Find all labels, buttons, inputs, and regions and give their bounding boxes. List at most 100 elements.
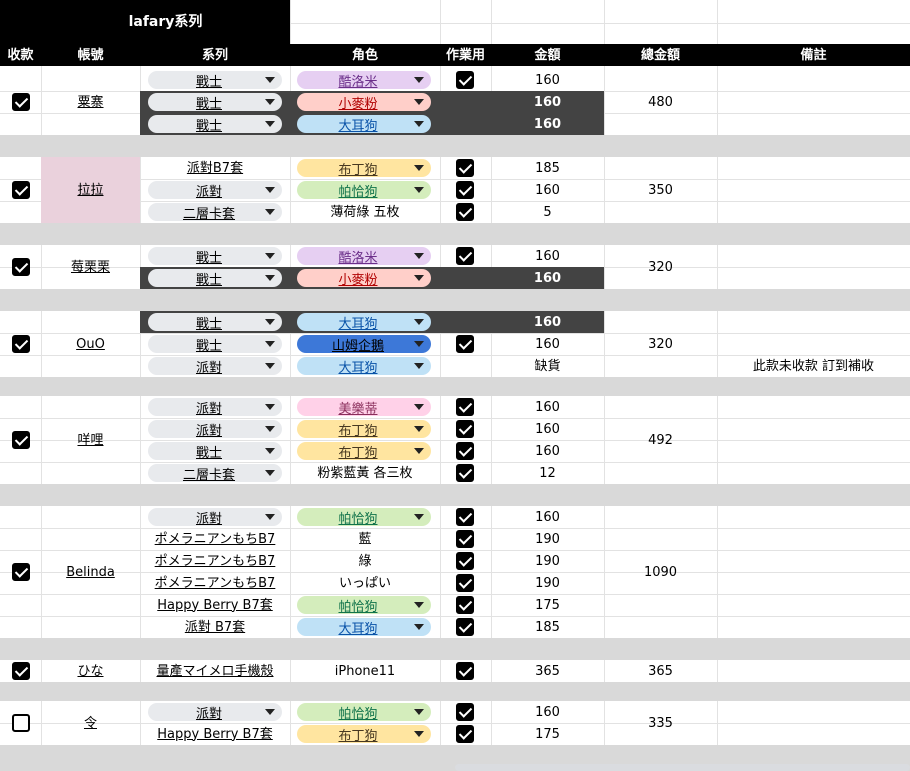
chevron-down-icon — [265, 99, 275, 105]
role-dropdown[interactable]: 小麥粉 — [297, 93, 431, 112]
horizontal-scrollbar[interactable] — [455, 764, 910, 771]
work-checkbox[interactable] — [456, 442, 474, 460]
chevron-down-icon — [414, 165, 424, 171]
role-dropdown[interactable]: 帕恰狗 — [297, 181, 431, 200]
series-dropdown[interactable]: 戰士 — [148, 247, 282, 266]
amount-value: 160 — [535, 182, 560, 198]
work-checkbox[interactable] — [456, 596, 474, 614]
role-label: 帕恰狗 — [338, 184, 378, 200]
group-separator — [0, 289, 910, 311]
chevron-down-icon — [414, 99, 424, 105]
chevron-down-icon — [414, 448, 424, 454]
series-dropdown[interactable]: 派對 — [148, 357, 282, 376]
amount-value: 160 — [533, 314, 562, 330]
series-dropdown[interactable]: 二層卡套 — [148, 203, 282, 222]
chevron-down-icon — [265, 187, 275, 193]
role-dropdown[interactable]: 帕恰狗 — [297, 596, 431, 615]
series-dropdown[interactable]: 派對 — [148, 703, 282, 722]
work-checkbox[interactable] — [456, 508, 474, 526]
chevron-down-icon — [265, 514, 275, 520]
paid-checkbox[interactable] — [12, 93, 30, 111]
role-dropdown[interactable]: 酷洛米 — [297, 247, 431, 266]
work-checkbox[interactable] — [456, 618, 474, 636]
series-label: 派對 — [195, 184, 222, 200]
chevron-down-icon — [414, 253, 424, 259]
role-dropdown[interactable]: 大耳狗 — [297, 313, 431, 332]
group-separator — [0, 638, 910, 660]
series-dropdown[interactable]: 派對 — [148, 420, 282, 439]
header-amount: 金額 — [534, 47, 561, 63]
role-dropdown[interactable]: 布丁狗 — [297, 159, 431, 178]
work-checkbox[interactable] — [456, 247, 474, 265]
work-checkbox[interactable] — [456, 662, 474, 680]
series-dropdown[interactable]: 派對 — [148, 181, 282, 200]
series-dropdown[interactable]: 戰士 — [148, 71, 282, 90]
role-label: iPhone11 — [334, 663, 396, 679]
work-checkbox[interactable] — [456, 725, 474, 743]
series-label: 二層卡套 — [182, 206, 235, 222]
role-dropdown[interactable]: 小麥粉 — [297, 269, 431, 288]
work-checkbox[interactable] — [456, 203, 474, 221]
role-label: いっぱい — [338, 575, 391, 591]
series-label: 戰士 — [195, 96, 222, 112]
work-checkbox[interactable] — [456, 398, 474, 416]
series-dropdown[interactable]: 戰士 — [148, 442, 282, 461]
role-dropdown[interactable]: 帕恰狗 — [297, 508, 431, 527]
account-name: 令 — [83, 715, 97, 731]
chevron-down-icon — [265, 709, 275, 715]
work-checkbox[interactable] — [456, 464, 474, 482]
series-dropdown[interactable]: 戰士 — [148, 313, 282, 332]
series-dropdown[interactable]: 派對 — [148, 508, 282, 527]
chevron-down-icon — [414, 709, 424, 715]
role-label: 酷洛米 — [338, 250, 378, 266]
role-dropdown[interactable]: 美樂蒂 — [297, 398, 431, 417]
group-separator — [0, 484, 910, 506]
series-dropdown[interactable]: 戰士 — [148, 115, 282, 134]
amount-value: 160 — [535, 248, 560, 264]
chevron-down-icon — [414, 514, 424, 520]
paid-checkbox[interactable] — [12, 181, 30, 199]
role-dropdown[interactable]: 布丁狗 — [297, 442, 431, 461]
role-dropdown[interactable]: 酷洛米 — [297, 71, 431, 90]
chevron-down-icon — [265, 275, 275, 281]
role-dropdown[interactable]: 山姆企鵝 — [297, 335, 431, 354]
role-label: 大耳狗 — [338, 621, 378, 637]
work-checkbox[interactable] — [456, 552, 474, 570]
role-dropdown[interactable]: 帕恰狗 — [297, 703, 431, 722]
role-dropdown[interactable]: 大耳狗 — [297, 115, 431, 134]
work-checkbox[interactable] — [456, 181, 474, 199]
group-total: 350 — [648, 182, 673, 198]
series-label: Happy Berry B7套 — [157, 726, 273, 742]
series-dropdown[interactable]: 戰士 — [148, 93, 282, 112]
chevron-down-icon — [414, 602, 424, 608]
work-checkbox[interactable] — [456, 703, 474, 721]
paid-checkbox[interactable] — [12, 563, 30, 581]
series-label: 派對 — [195, 401, 222, 417]
work-checkbox[interactable] — [456, 159, 474, 177]
header-role: 角色 — [351, 47, 378, 63]
work-checkbox[interactable] — [456, 530, 474, 548]
amount-value: 190 — [535, 531, 560, 547]
paid-checkbox[interactable] — [12, 714, 30, 732]
work-checkbox[interactable] — [456, 420, 474, 438]
series-dropdown[interactable]: 二層卡套 — [148, 464, 282, 483]
role-dropdown[interactable]: 布丁狗 — [297, 420, 431, 439]
paid-checkbox[interactable] — [12, 258, 30, 276]
amount-value: 缺貨 — [534, 358, 561, 374]
account-name: ひな — [77, 663, 104, 679]
paid-checkbox[interactable] — [12, 662, 30, 680]
role-dropdown[interactable]: 大耳狗 — [297, 357, 431, 376]
chevron-down-icon — [265, 319, 275, 325]
account-name: 咩哩 — [77, 432, 104, 448]
paid-checkbox[interactable] — [12, 335, 30, 353]
work-checkbox[interactable] — [456, 335, 474, 353]
series-dropdown[interactable]: 戰士 — [148, 269, 282, 288]
role-dropdown[interactable]: 布丁狗 — [297, 725, 431, 744]
work-checkbox[interactable] — [456, 574, 474, 592]
work-checkbox[interactable] — [456, 71, 474, 89]
series-dropdown[interactable]: 派對 — [148, 398, 282, 417]
paid-checkbox[interactable] — [12, 431, 30, 449]
role-dropdown[interactable]: 大耳狗 — [297, 618, 431, 637]
series-dropdown[interactable]: 戰士 — [148, 335, 282, 354]
role-label: 布丁狗 — [338, 728, 378, 744]
